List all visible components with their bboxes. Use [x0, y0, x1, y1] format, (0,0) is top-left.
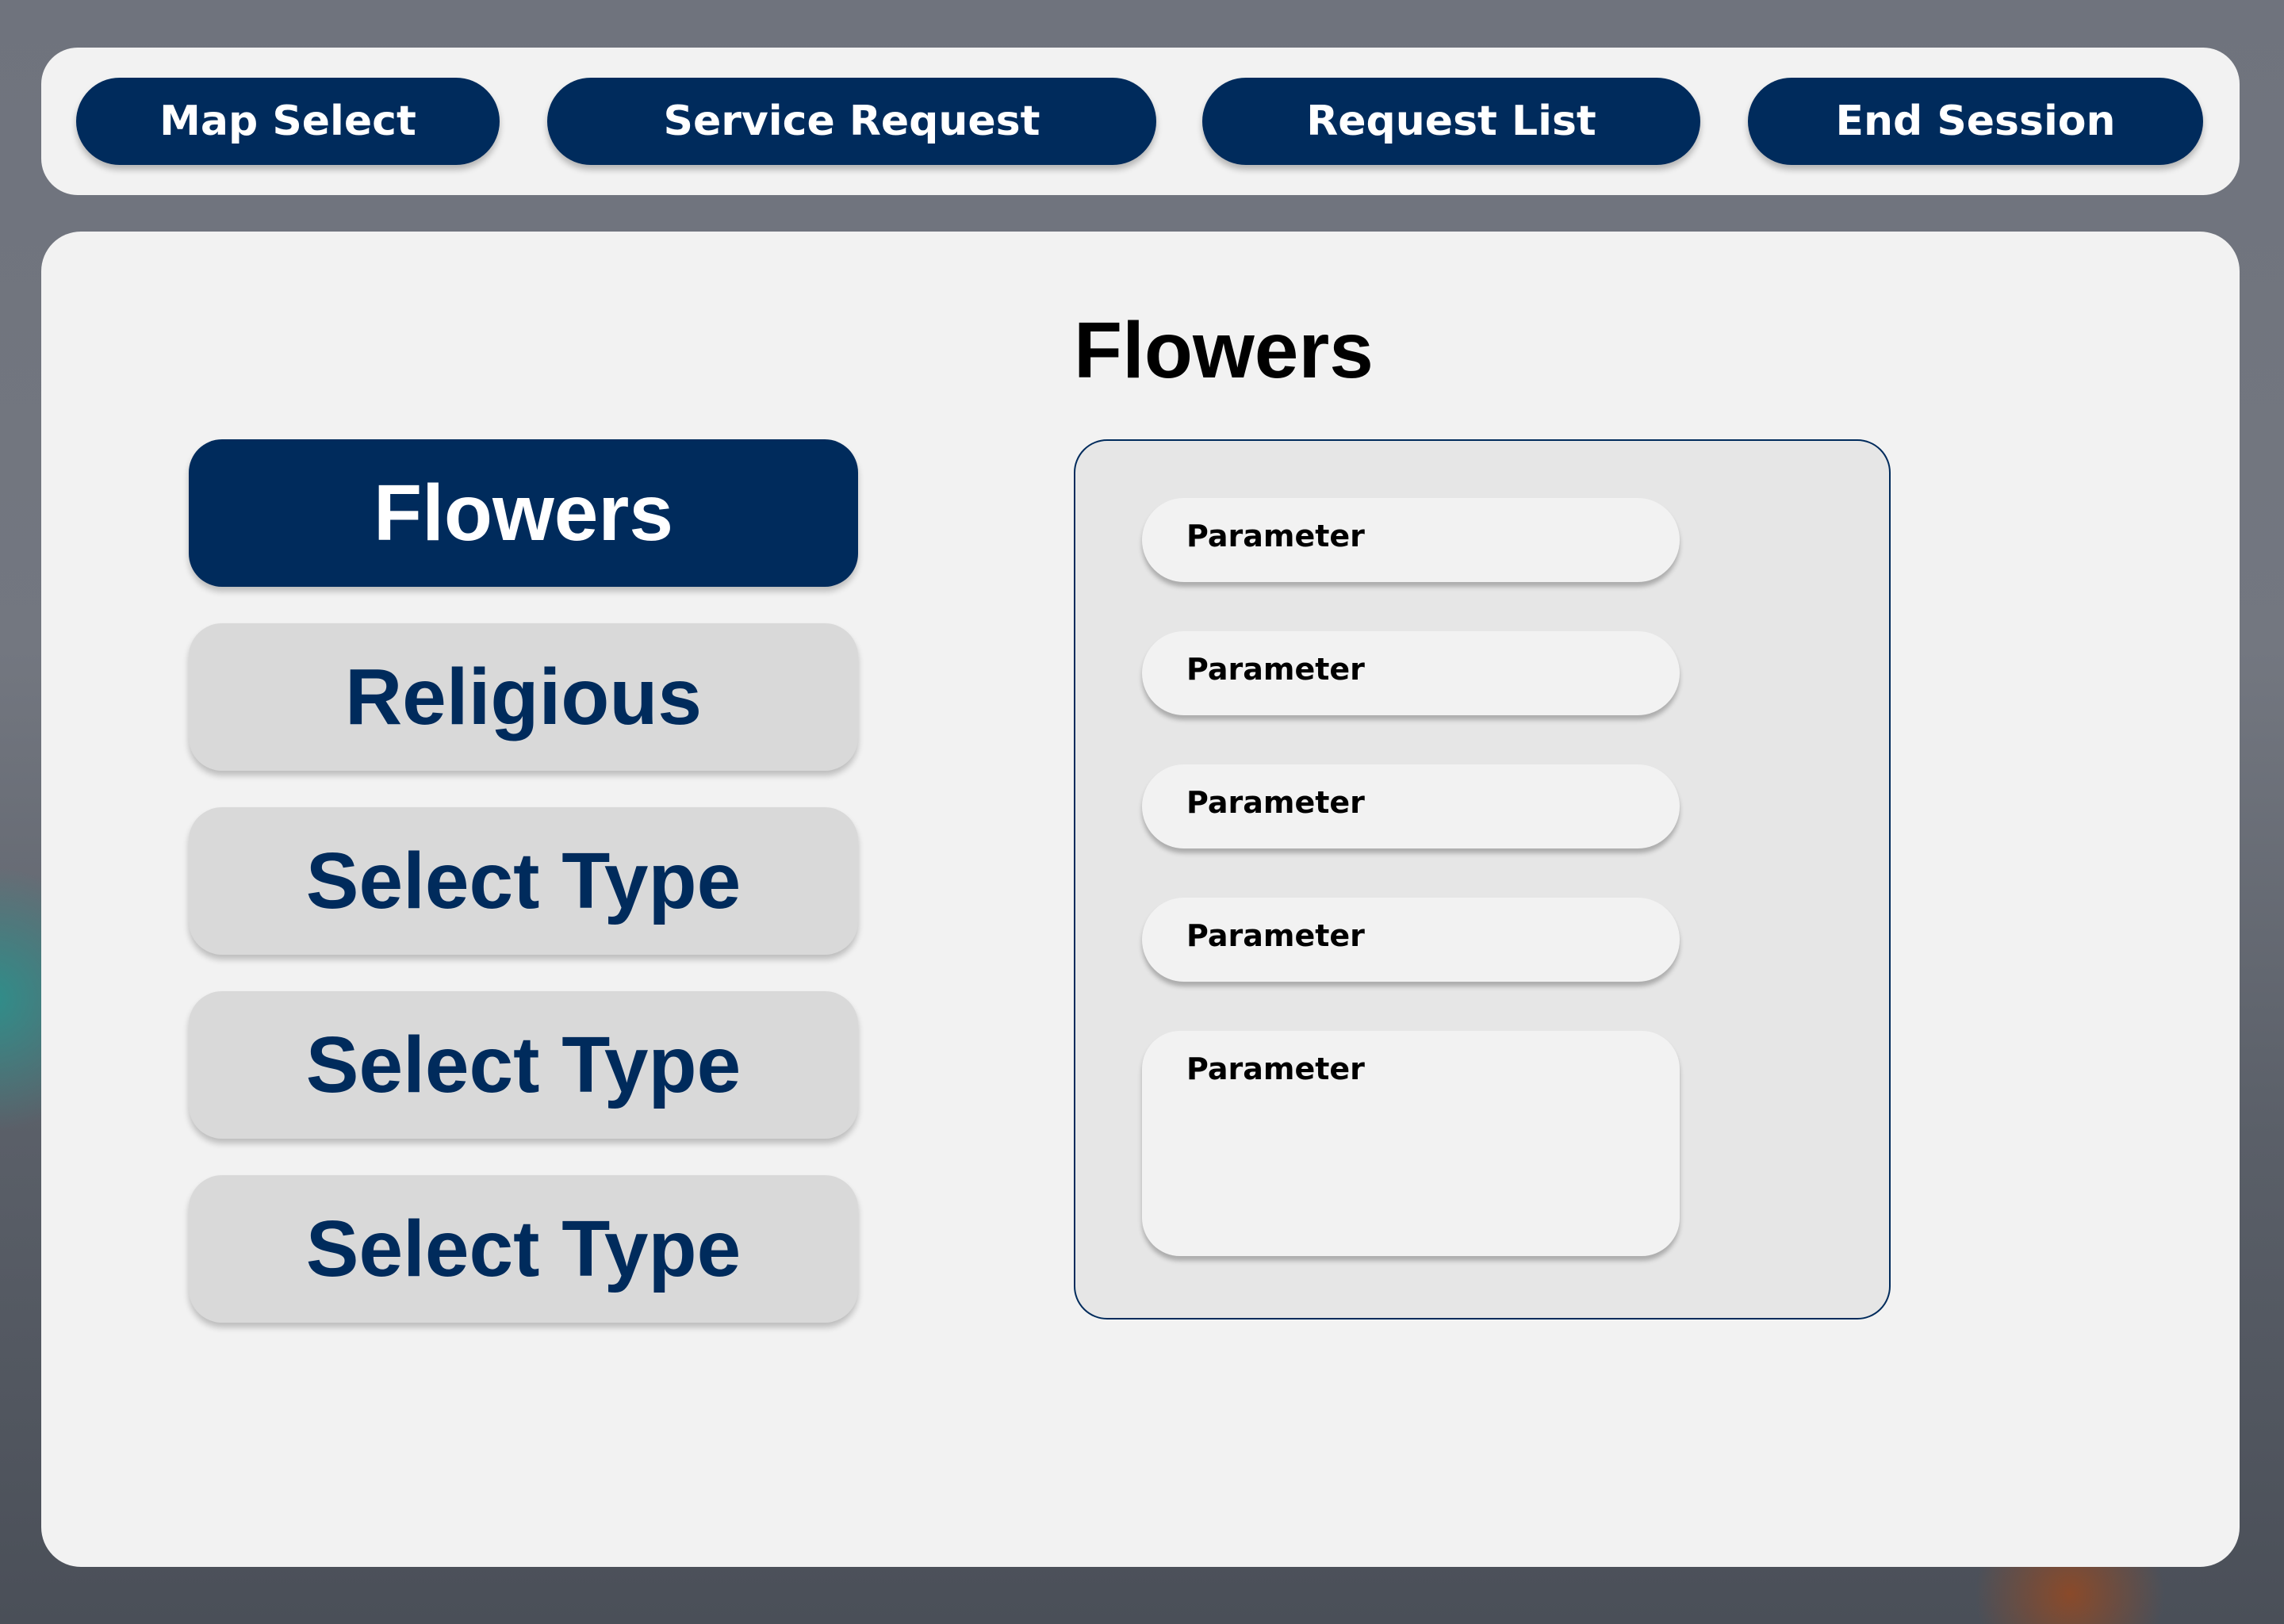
parameter-field[interactable]: Parameter: [1142, 764, 1680, 848]
type-button-flowers[interactable]: Flowers: [189, 439, 858, 587]
parameter-form: Parameter Parameter Parameter Parameter …: [1074, 439, 1891, 1320]
request-list-button[interactable]: Request List: [1202, 78, 1700, 165]
form-title: Flowers: [1074, 306, 1374, 395]
map-select-button[interactable]: Map Select: [76, 78, 500, 165]
parameter-field[interactable]: Parameter: [1142, 631, 1680, 715]
parameter-field[interactable]: Parameter: [1142, 498, 1680, 582]
type-button-select-type-3[interactable]: Select Type: [189, 1175, 858, 1323]
type-button-select-type-1[interactable]: Select Type: [189, 807, 858, 955]
parameter-field[interactable]: Parameter: [1142, 898, 1680, 982]
type-button-religious[interactable]: Religious: [189, 623, 858, 771]
service-request-button[interactable]: Service Request: [547, 78, 1156, 165]
end-session-button[interactable]: End Session: [1748, 78, 2203, 165]
type-button-select-type-2[interactable]: Select Type: [189, 991, 858, 1139]
service-request-panel: Flowers Religious Select Type Select Typ…: [41, 232, 2240, 1567]
parameter-textarea[interactable]: Parameter: [1142, 1031, 1680, 1256]
top-navigation-bar: Map Select Service Request Request List …: [41, 48, 2240, 195]
